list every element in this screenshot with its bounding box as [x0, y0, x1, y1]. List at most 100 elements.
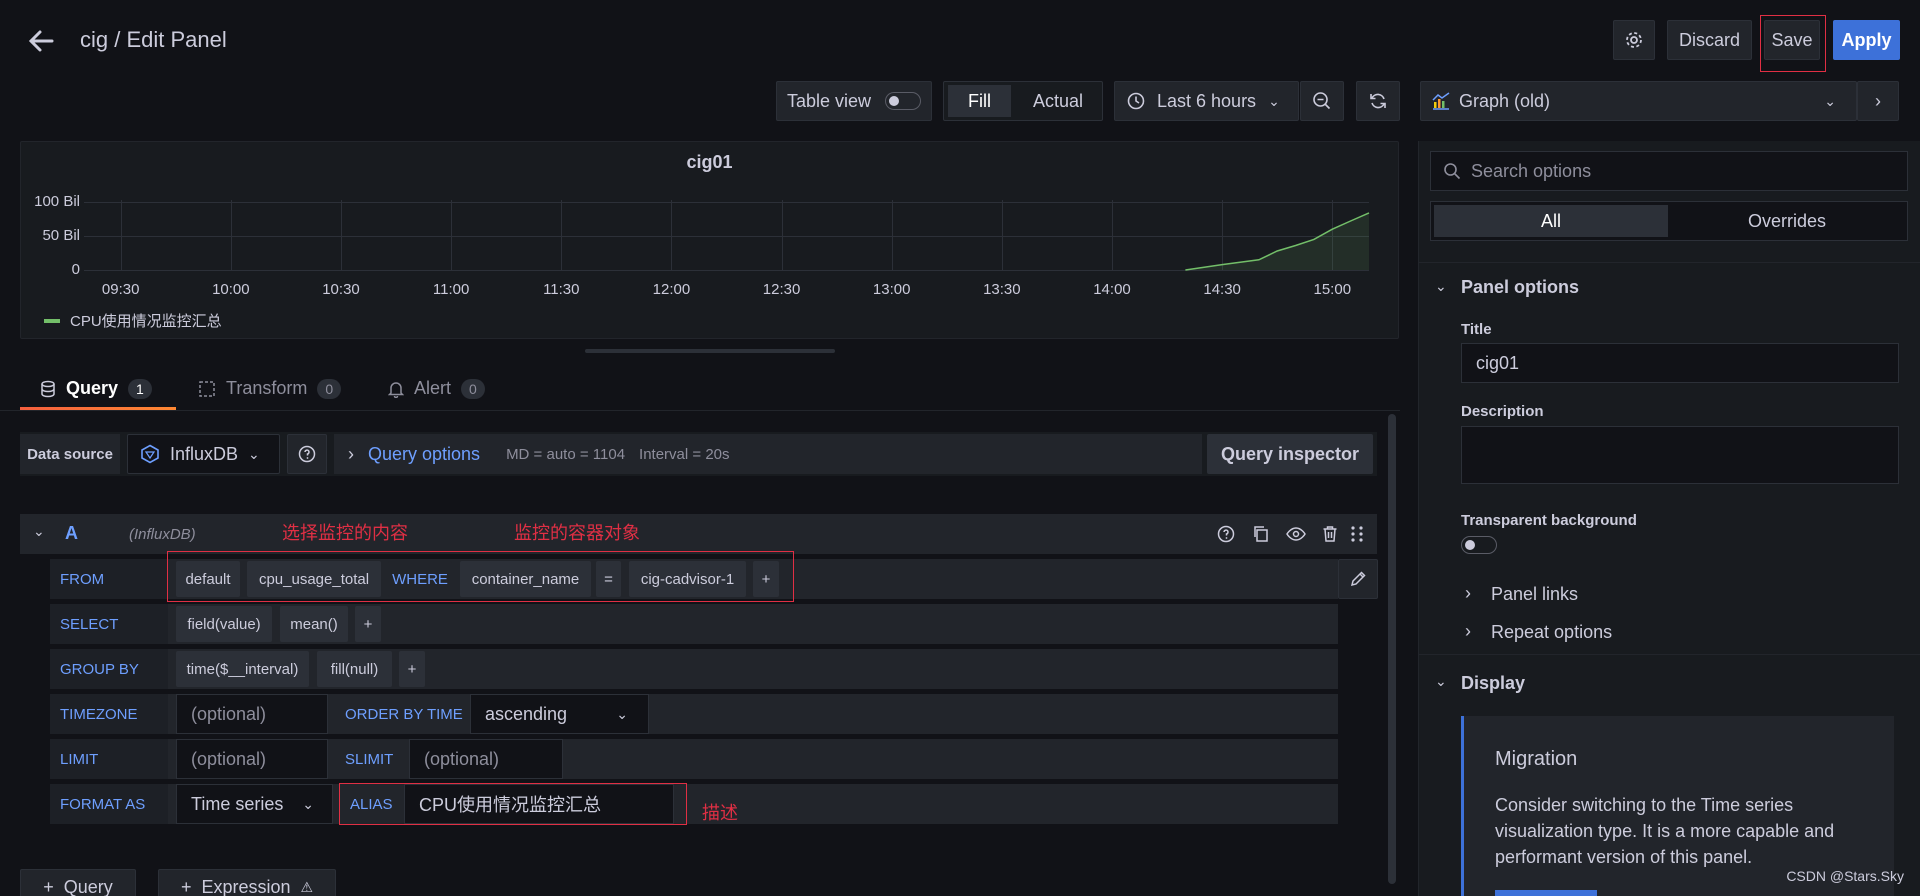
grid-line-v [230, 200, 232, 270]
timezone-input[interactable]: (optional) [176, 694, 328, 734]
limit-label: LIMIT [50, 739, 168, 779]
chevron-down-icon[interactable]: ⌄ [1435, 673, 1447, 690]
chevron-right-icon[interactable]: › [1465, 583, 1471, 604]
tab-transform[interactable]: Transform 0 [198, 378, 342, 399]
grid-line-v [341, 200, 342, 270]
tab-all[interactable]: All [1434, 205, 1668, 237]
grid-line-v [120, 200, 122, 270]
datasource-help-button[interactable] [287, 434, 327, 474]
grid-line-v [1222, 200, 1224, 270]
chart-title: cig01 [686, 152, 733, 172]
chevron-down-icon: ⌄ [1268, 92, 1280, 109]
chevron-down-icon: ⌄ [302, 795, 314, 812]
datasource-picker[interactable]: InfluxDB ⌄ [127, 434, 280, 474]
display-heading[interactable]: Display [1461, 673, 1525, 694]
migration-title: Migration [1495, 748, 1578, 770]
legend-color-swatch [44, 318, 60, 323]
tab-alert[interactable]: Alert 0 [388, 378, 485, 399]
visualization-label: Graph (old) [1459, 90, 1551, 111]
description-label: Description [1461, 403, 1544, 420]
group-time-segment[interactable]: time($__interval) [176, 651, 309, 687]
title-input[interactable]: cig01 [1461, 343, 1899, 383]
panel-links-heading[interactable]: Panel links [1491, 584, 1578, 605]
chevron-down-icon[interactable]: ⌄ [1435, 278, 1447, 295]
y-tick-label: 100 Bil [34, 193, 80, 210]
grid-line-v [1001, 200, 1003, 270]
time-range-picker[interactable]: Last 6 hours ⌄ [1114, 81, 1299, 121]
limit-input[interactable]: (optional) [176, 739, 328, 779]
raw-query-edit-button[interactable] [1338, 559, 1378, 599]
add-group-button[interactable]: + [399, 651, 425, 687]
panel-options-heading[interactable]: Panel options [1461, 277, 1579, 298]
annotation-description: 描述 [702, 803, 738, 823]
tab-query-label: Query [66, 378, 119, 398]
select-fn-segment[interactable]: mean() [280, 606, 348, 642]
pencil-icon [1350, 571, 1366, 587]
legend-item[interactable]: CPU使用情况监控汇总 [44, 310, 222, 331]
repeat-options-heading[interactable]: Repeat options [1491, 622, 1612, 643]
chevron-down-icon: ⌄ [248, 445, 260, 462]
datasource-name: InfluxDB [170, 443, 239, 464]
select-label: SELECT [50, 604, 168, 644]
chevron-right-icon[interactable]: › [1465, 621, 1471, 642]
question-circle-icon[interactable] [1217, 525, 1235, 543]
zoom-out-button[interactable] [1300, 81, 1344, 121]
copy-icon[interactable] [1252, 525, 1270, 543]
group-fill-segment[interactable]: fill(null) [317, 651, 392, 687]
migration-button[interactable] [1495, 890, 1597, 896]
toggle-switch[interactable] [885, 92, 922, 110]
y-tick-label: 50 Bil [42, 227, 80, 244]
influxdb-icon [141, 444, 159, 464]
database-icon [41, 380, 55, 397]
visualization-picker[interactable]: Graph (old) ⌄ [1420, 81, 1857, 121]
x-tick-label: 15:00 [1313, 281, 1352, 298]
x-tick-label: 14:00 [1093, 281, 1131, 298]
tab-overrides[interactable]: Overrides [1670, 205, 1904, 237]
query-options-bar[interactable]: › Query options MD = auto = 1104 Interva… [334, 434, 1202, 474]
format-as-value: Time series [191, 793, 284, 814]
add-query-button[interactable]: + Query [20, 869, 136, 896]
transparent-toggle[interactable] [1461, 536, 1497, 554]
chevron-right-icon: › [348, 443, 354, 464]
title-label: Title [1461, 321, 1492, 338]
datasource-label: Data source [20, 434, 120, 474]
add-select-button[interactable]: + [355, 606, 381, 642]
fill-option[interactable]: Fill [948, 85, 1011, 117]
discard-button[interactable]: Discard [1667, 20, 1752, 60]
drag-handle-icon[interactable] [1350, 525, 1364, 543]
settings-button[interactable] [1613, 20, 1655, 60]
search-icon [1444, 163, 1461, 180]
query-inspector-button[interactable]: Query inspector [1207, 434, 1373, 474]
from-highlight [167, 551, 794, 602]
order-by-select[interactable]: ascending ⌄ [470, 694, 649, 734]
from-label: FROM [50, 559, 168, 599]
description-textarea[interactable] [1461, 426, 1899, 484]
apply-button[interactable]: Apply [1833, 20, 1900, 60]
panel-resize-handle[interactable] [585, 349, 835, 353]
eye-icon[interactable] [1286, 525, 1306, 543]
gear-icon [1626, 32, 1642, 48]
tab-query[interactable]: Query 1 [40, 378, 152, 399]
grid-line-v [561, 200, 563, 270]
zoom-out-icon [1313, 92, 1331, 110]
slimit-input[interactable]: (optional) [409, 739, 563, 779]
trash-icon[interactable] [1322, 525, 1338, 543]
x-tick-label: 10:30 [322, 281, 360, 298]
search-options-field[interactable]: Search options [1430, 151, 1908, 191]
tab-alert-label: Alert [414, 378, 452, 398]
interval-info: Interval = 20s [639, 445, 730, 463]
slimit-label: SLIMIT [335, 739, 405, 779]
refresh-button[interactable] [1356, 81, 1400, 121]
select-field-segment[interactable]: field(value) [176, 606, 272, 642]
collapse-options-button[interactable]: › [1857, 81, 1899, 121]
add-expression-button[interactable]: + Expression ⚠ [158, 869, 336, 896]
chevron-down-icon[interactable]: ⌄ [33, 523, 45, 540]
bell-icon [388, 381, 404, 398]
actual-option[interactable]: Actual [1017, 85, 1099, 117]
query-ref[interactable]: A [65, 523, 78, 544]
query-scrollbar[interactable] [1388, 414, 1396, 884]
table-view-toggle[interactable]: Table view [776, 81, 932, 121]
format-as-select[interactable]: Time series ⌄ [176, 784, 333, 824]
back-arrow-icon[interactable] [26, 26, 56, 56]
annotation-content: 选择监控的内容 [282, 523, 408, 543]
